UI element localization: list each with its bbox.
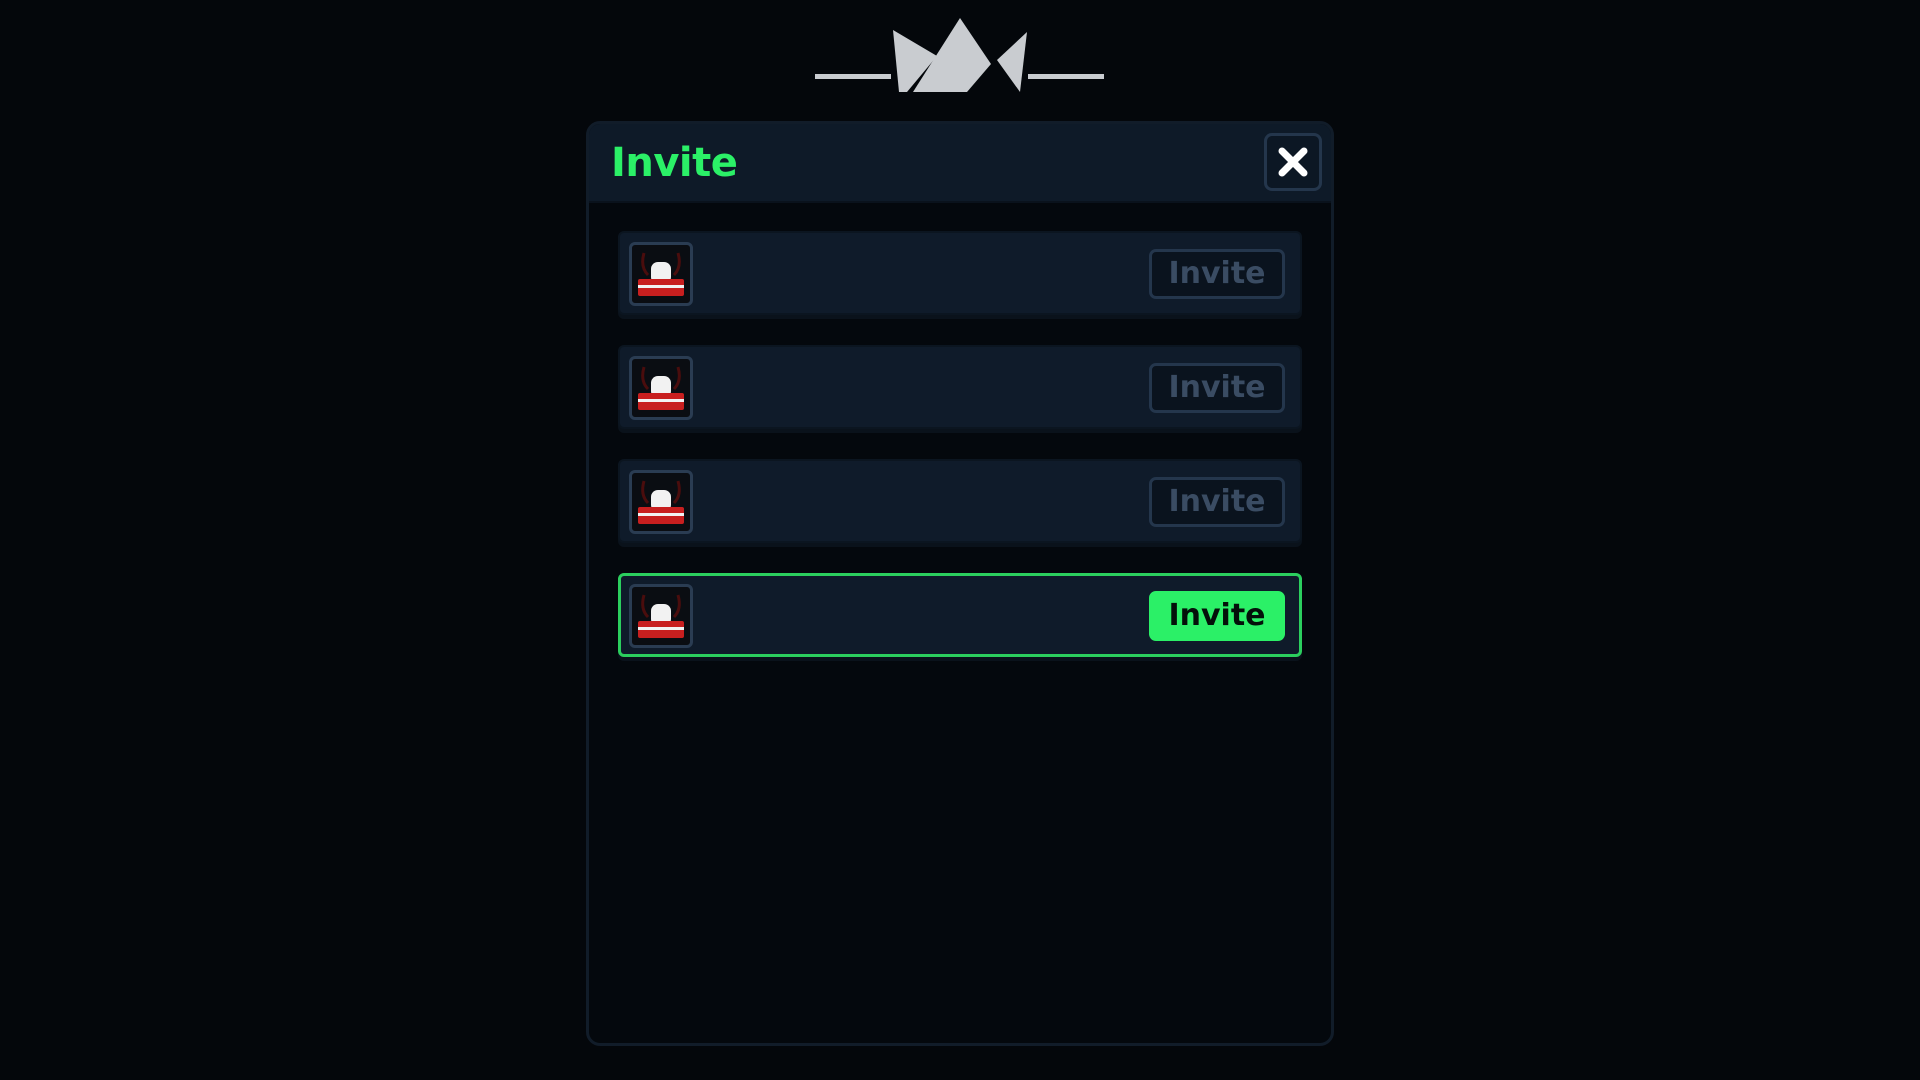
invite-button[interactable]: Invite bbox=[1149, 477, 1285, 527]
dialog-header: Invite bbox=[589, 124, 1331, 203]
close-button[interactable] bbox=[1264, 133, 1322, 191]
crown-logo bbox=[815, 18, 1104, 92]
player-avatar-icon bbox=[629, 584, 693, 648]
invite-button[interactable]: Invite bbox=[1149, 363, 1285, 413]
invite-dialog: Invite Invite Invite Invite Invite bbox=[586, 121, 1334, 1046]
player-row-selected: Invite bbox=[618, 573, 1302, 657]
player-row: Invite bbox=[618, 459, 1302, 543]
dialog-title: Invite bbox=[611, 140, 738, 186]
player-avatar-icon bbox=[629, 470, 693, 534]
invite-button[interactable]: Invite bbox=[1149, 249, 1285, 299]
player-avatar-icon bbox=[629, 242, 693, 306]
close-icon bbox=[1278, 147, 1308, 177]
invite-button-active[interactable]: Invite bbox=[1149, 591, 1285, 641]
player-avatar-icon bbox=[629, 356, 693, 420]
player-row: Invite bbox=[618, 231, 1302, 315]
player-row: Invite bbox=[618, 345, 1302, 429]
